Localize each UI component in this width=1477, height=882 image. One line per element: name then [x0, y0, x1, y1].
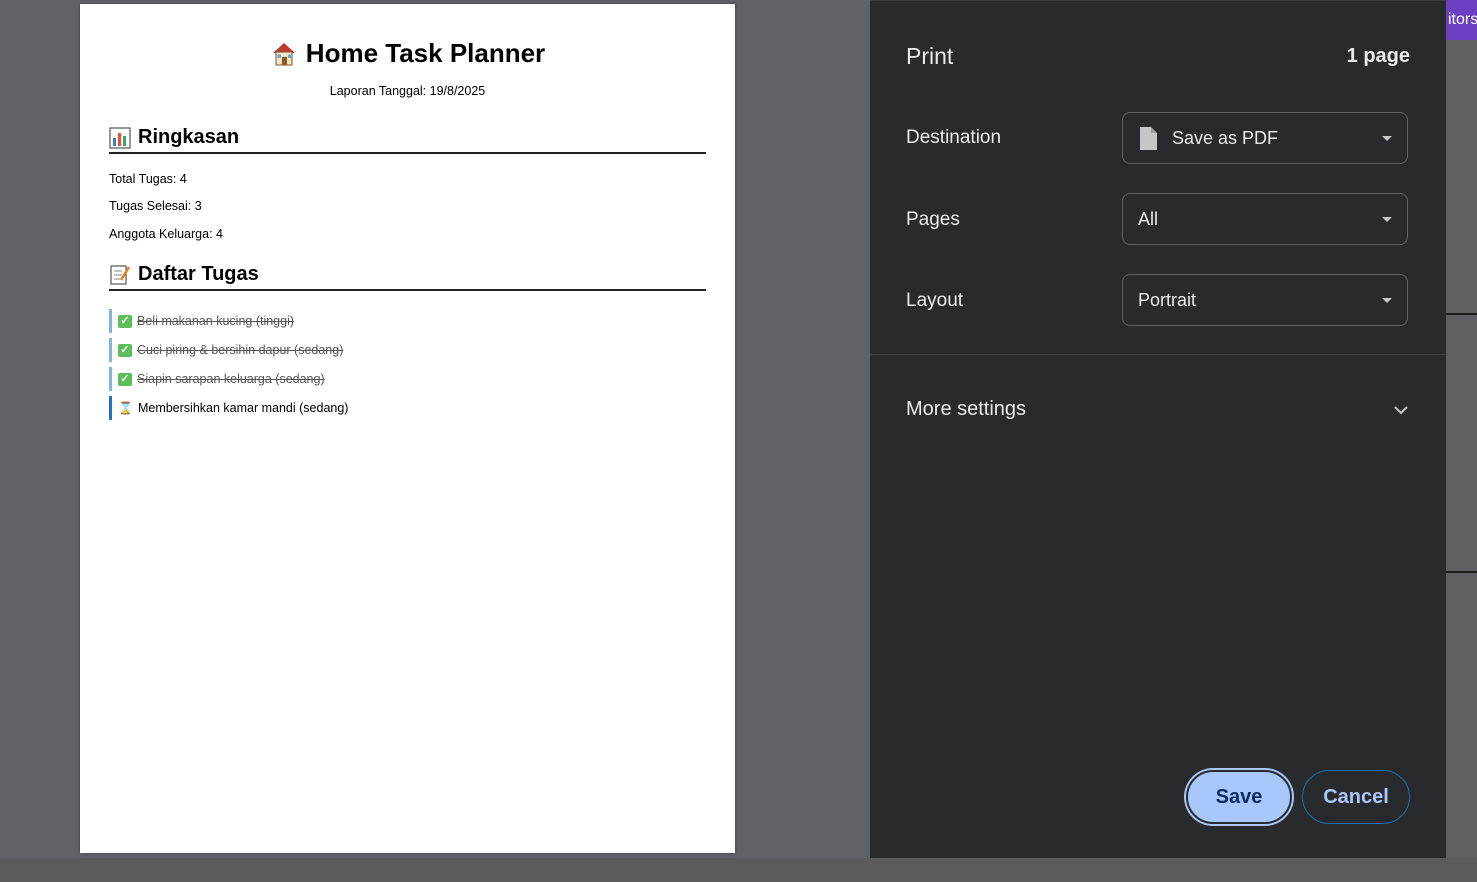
layout-select[interactable]: Portrait: [1122, 274, 1408, 326]
more-settings-label: More settings: [906, 398, 1027, 420]
bottom-strip: [0, 858, 1477, 882]
pages-select[interactable]: All: [1122, 193, 1408, 245]
memo-icon: [110, 264, 131, 285]
report-date: Laporan Tanggal: 19/8/2025: [329, 84, 486, 98]
house-icon: [272, 42, 295, 65]
tasks-heading-text: Daftar Tugas: [138, 263, 259, 285]
dropdown-caret-icon: [1382, 217, 1392, 222]
dropdown-caret-icon: [1382, 136, 1392, 141]
dropdown-caret-icon: [1382, 298, 1392, 303]
more-settings-toggle[interactable]: More settings: [906, 398, 1410, 421]
document-title: Home Task Planner: [80, 38, 735, 69]
layout-label: Layout: [906, 290, 964, 311]
screen: Home Task Planner Laporan Tanggal: 19/8/…: [0, 0, 1477, 882]
summary-members: Anggota Keluarga: 4: [109, 227, 223, 241]
hourglass-icon: ⌛: [118, 400, 133, 415]
task-item: ✓ Cuci piring & bersihin dapur (sedang): [109, 338, 343, 362]
document-title-text: Home Task Planner: [305, 38, 546, 68]
layout-value: Portrait: [1138, 289, 1197, 310]
background-divider: [1446, 313, 1477, 315]
checkmark-icon: ✓: [118, 314, 132, 328]
page-count: 1 page: [1346, 45, 1410, 67]
background-page-edge: itors: [1446, 0, 1477, 858]
checkmark-icon: ✓: [118, 372, 132, 386]
summary-done: Tugas Selesai: 3: [109, 199, 202, 213]
pages-value: All: [1138, 208, 1159, 229]
task-label: Siapin sarapan keluarga (sedang): [137, 372, 325, 386]
panel-divider: [870, 354, 1446, 355]
destination-value: Save as PDF: [1172, 127, 1279, 148]
cancel-button[interactable]: Cancel: [1302, 770, 1410, 824]
summary-heading-text: Ringkasan: [138, 126, 240, 148]
destination-label: Destination: [906, 127, 1002, 148]
background-tab[interactable]: itors: [1446, 0, 1477, 40]
task-label: Membersihkan kamar mandi (sedang): [137, 401, 349, 415]
file-icon: [1140, 126, 1157, 150]
print-title: Print: [906, 43, 954, 69]
tasks-heading: Daftar Tugas: [109, 263, 706, 291]
task-label: Cuci piring & bersihin dapur (sedang): [137, 343, 344, 357]
task-label: Beli makanan kucing (tinggi): [137, 314, 295, 328]
task-item: ✓ Beli makanan kucing (tinggi): [109, 309, 294, 333]
bar-chart-icon: [109, 126, 131, 149]
print-settings-panel: Print 1 page Destination Save as PDF Pag…: [870, 0, 1446, 859]
task-item: ⌛ Membersihkan kamar mandi (sedang): [109, 396, 348, 420]
chevron-down-icon: [1394, 405, 1408, 414]
task-item: ✓ Siapin sarapan keluarga (sedang): [109, 367, 325, 391]
background-divider: [1446, 571, 1477, 573]
destination-select[interactable]: Save as PDF: [1122, 112, 1408, 164]
print-preview-area: Home Task Planner Laporan Tanggal: 19/8/…: [0, 0, 870, 858]
summary-heading: Ringkasan: [109, 126, 706, 154]
summary-total: Total Tugas: 4: [109, 172, 187, 186]
checkmark-icon: ✓: [118, 343, 132, 357]
save-button[interactable]: Save: [1186, 770, 1292, 824]
pages-label: Pages: [906, 209, 960, 230]
preview-page: Home Task Planner Laporan Tanggal: 19/8/…: [80, 4, 735, 853]
